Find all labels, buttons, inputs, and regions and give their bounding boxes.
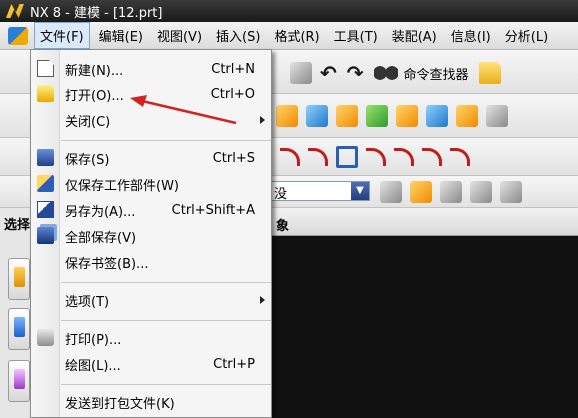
annotation-arrow-head [130,95,147,107]
annotation-arrow [130,95,237,125]
annotation-arrow-shaft [141,99,237,125]
